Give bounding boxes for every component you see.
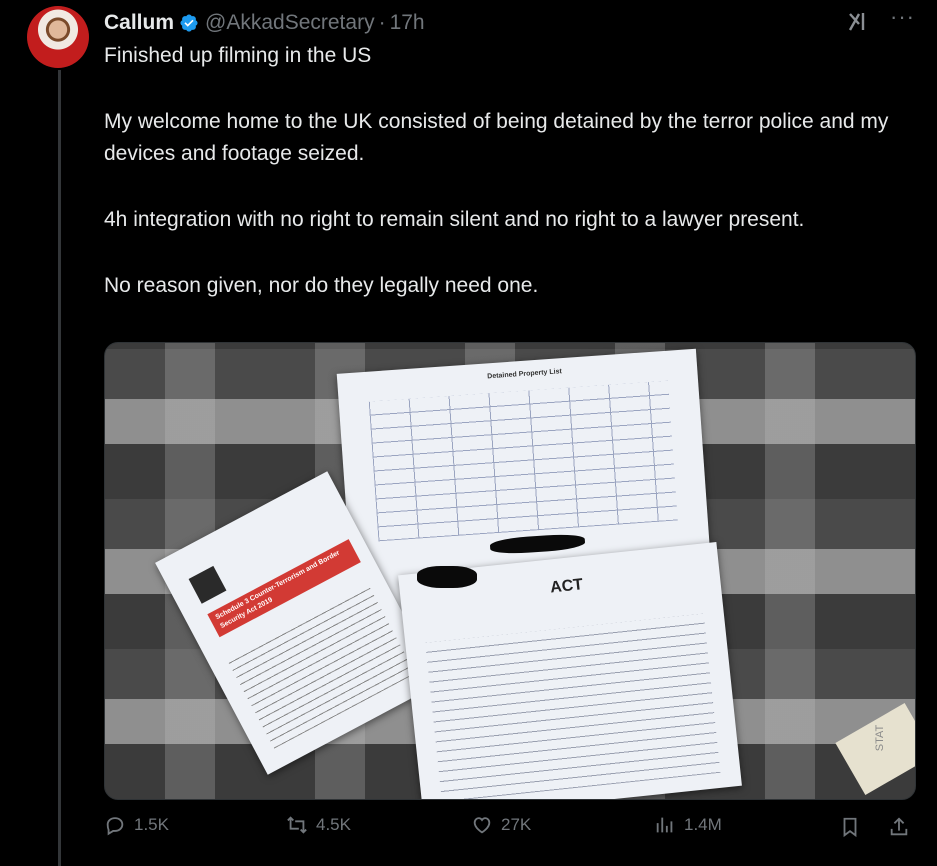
thread-line bbox=[58, 70, 61, 866]
share-icon[interactable] bbox=[888, 816, 910, 838]
bookmark-icon[interactable] bbox=[839, 816, 861, 838]
tweet-text: Finished up filming in the US My welcome… bbox=[104, 40, 894, 336]
tweet-paragraph-2: My welcome home to the UK consisted of b… bbox=[104, 110, 889, 165]
tweet-paragraph-3: 4h integration with no right to remain s… bbox=[104, 208, 805, 231]
reply-button[interactable]: 1.5K bbox=[104, 814, 169, 836]
repost-button[interactable]: 4.5K bbox=[286, 814, 351, 836]
views-icon bbox=[656, 817, 673, 833]
like-button[interactable]: 27K bbox=[471, 814, 531, 836]
avatar[interactable] bbox=[27, 6, 89, 68]
separator-dot: · bbox=[378, 11, 386, 34]
tweet-photo[interactable]: Detained Property List Schedule 3 Counte… bbox=[104, 342, 916, 800]
action-bar: 1.5K 4.5K 27K 1.4M bbox=[104, 814, 914, 850]
reply-icon bbox=[106, 817, 124, 836]
repost-count: 4.5K bbox=[316, 815, 351, 834]
like-count: 27K bbox=[501, 815, 532, 834]
corner-document: STAT bbox=[835, 703, 915, 795]
tweet-paragraph-4: No reason given, nor do they legally nee… bbox=[104, 274, 539, 297]
author-handle[interactable]: @AkkadSecretary bbox=[205, 11, 375, 35]
more-options-icon[interactable]: ··· bbox=[890, 4, 915, 30]
grok-icon[interactable] bbox=[847, 10, 871, 34]
corner-document-text: STAT bbox=[874, 724, 887, 752]
author-name[interactable]: Callum bbox=[104, 11, 174, 35]
doc-title: Detained Property List bbox=[487, 368, 563, 381]
reply-count: 1.5K bbox=[134, 815, 169, 834]
police-logo-icon bbox=[188, 565, 227, 604]
property-table bbox=[368, 380, 678, 542]
tweet-paragraph-1: Finished up filming in the US bbox=[104, 44, 372, 67]
redaction-mark bbox=[417, 566, 477, 588]
views-count: 1.4M bbox=[684, 815, 722, 834]
act-logo: ACT bbox=[549, 576, 584, 597]
views-button[interactable]: 1.4M bbox=[654, 814, 722, 836]
verified-badge-icon bbox=[180, 14, 198, 32]
tweet-header: Callum @AkkadSecretary · 17h bbox=[104, 8, 917, 38]
form-text-lines bbox=[425, 613, 721, 799]
timestamp[interactable]: 17h bbox=[390, 11, 425, 35]
heart-icon bbox=[473, 817, 491, 834]
repost-icon bbox=[287, 816, 307, 834]
